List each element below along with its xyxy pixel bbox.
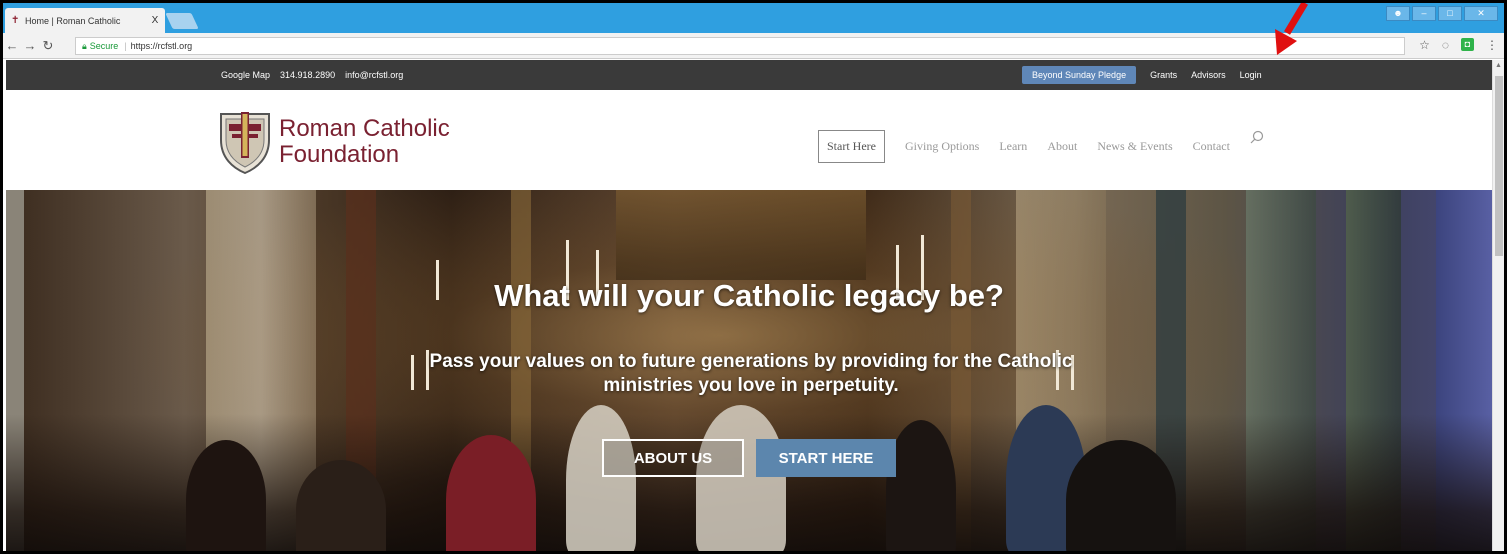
annotation-arrow-icon bbox=[1275, 3, 1309, 55]
email-link[interactable]: info@rcfstl.org bbox=[345, 70, 403, 80]
toolbar-right-buttons: ☆ ◌ ◘ ⋮ bbox=[1419, 38, 1498, 52]
search-icon[interactable] bbox=[1250, 130, 1264, 144]
nav-learn[interactable]: Learn bbox=[999, 139, 1027, 154]
scroll-up-arrow-icon[interactable]: ▲ bbox=[1493, 60, 1504, 72]
scrollbar-thumb[interactable] bbox=[1495, 76, 1503, 256]
green-extension-icon[interactable]: ◘ bbox=[1461, 38, 1474, 51]
hero-section: What will your Catholic legacy be? Pass … bbox=[6, 190, 1492, 551]
site-header: Roman Catholic Foundation Start Here Giv… bbox=[6, 90, 1492, 190]
tab-title: Home | Roman Catholic bbox=[25, 15, 121, 26]
google-map-link[interactable]: Google Map bbox=[221, 70, 270, 80]
site-logo[interactable]: Roman Catholic Foundation bbox=[219, 110, 450, 174]
about-us-button[interactable]: ABOUT US bbox=[602, 439, 744, 477]
tab-close-button[interactable]: X bbox=[149, 15, 161, 26]
maximize-button[interactable]: □ bbox=[1438, 6, 1462, 21]
nav-about[interactable]: About bbox=[1047, 139, 1077, 154]
logo-line-2: Foundation bbox=[279, 141, 400, 168]
logo-line-1: Roman Catholic bbox=[279, 115, 450, 142]
nav-news-events[interactable]: News & Events bbox=[1097, 139, 1172, 154]
new-tab-button[interactable] bbox=[165, 13, 199, 29]
menu-kebab-icon[interactable]: ⋮ bbox=[1486, 38, 1498, 52]
site-top-bar: Google Map 314.918.2890 info@rcfstl.org … bbox=[6, 60, 1492, 90]
favicon-icon: ✝ bbox=[11, 14, 20, 26]
back-button[interactable]: ← bbox=[3, 38, 21, 53]
extension-icon[interactable]: ◌ bbox=[1442, 38, 1449, 52]
grants-link[interactable]: Grants bbox=[1150, 70, 1177, 80]
close-window-button[interactable]: ✕ bbox=[1464, 6, 1498, 21]
separator: | bbox=[124, 41, 127, 51]
hero-subline: Pass your values on to future generation… bbox=[429, 351, 1073, 396]
nav-contact[interactable]: Contact bbox=[1193, 139, 1230, 154]
phone-link[interactable]: 314.918.2890 bbox=[280, 70, 335, 80]
minimize-button[interactable]: – bbox=[1412, 6, 1436, 21]
main-nav: Start Here Giving Options Learn About Ne… bbox=[818, 130, 1264, 163]
nav-start-here[interactable]: Start Here bbox=[818, 130, 885, 163]
secure-label: Secure bbox=[89, 41, 119, 51]
hero-headline: What will your Catholic legacy be? bbox=[494, 278, 1004, 313]
lock-icon: 🔒︎ bbox=[82, 40, 87, 51]
login-link[interactable]: Login bbox=[1240, 70, 1262, 80]
start-here-button[interactable]: START HERE bbox=[756, 439, 896, 477]
screenshot-frame: ✝ Home | Roman Catholic X ☻ – □ ✕ ← → ↻ … bbox=[0, 0, 1507, 554]
address-bar[interactable]: 🔒︎ Secure | https://rcfstl.org bbox=[75, 37, 1405, 55]
page-scrollbar[interactable]: ▲ bbox=[1492, 60, 1504, 551]
forward-button[interactable]: → bbox=[21, 38, 39, 53]
shield-cross-icon bbox=[220, 112, 270, 174]
browser-tab[interactable]: ✝ Home | Roman Catholic X bbox=[5, 8, 165, 33]
pledge-button[interactable]: Beyond Sunday Pledge bbox=[1022, 66, 1137, 84]
bookmark-star-icon[interactable]: ☆ bbox=[1419, 38, 1430, 52]
window-controls: ☻ – □ ✕ bbox=[1386, 6, 1498, 21]
user-profile-button[interactable]: ☻ bbox=[1386, 6, 1410, 21]
nav-giving-options[interactable]: Giving Options bbox=[905, 139, 979, 154]
url-text: https://rcfstl.org bbox=[130, 41, 193, 51]
reload-button[interactable]: ↻ bbox=[39, 38, 57, 54]
advisors-link[interactable]: Advisors bbox=[1191, 70, 1226, 80]
